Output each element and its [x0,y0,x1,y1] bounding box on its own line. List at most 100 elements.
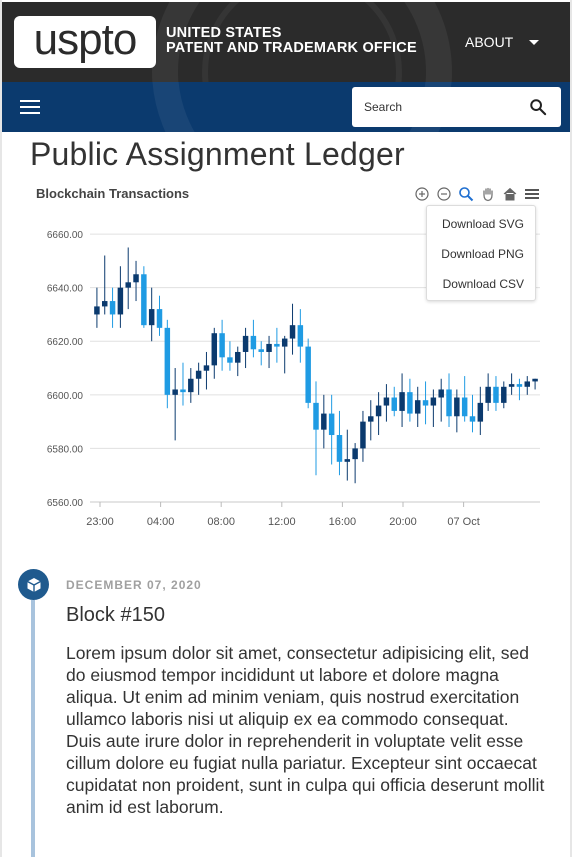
candle-body [281,338,288,347]
chart-toolbar [414,185,540,203]
chart-title: Blockchain Transactions [36,186,190,201]
logo-text: uspto [33,15,138,64]
uspto-logo[interactable]: uspto [14,16,156,68]
candle-body [407,392,413,414]
candle-body [219,333,225,358]
about-label: ABOUT [465,34,514,50]
x-tick-label: 07 Oct [447,516,479,528]
y-tick-label: 6560.00 [47,498,84,509]
candle-body [430,397,437,406]
candle-body [454,397,460,417]
pan-hand-icon[interactable] [480,186,496,202]
x-tick-label: 16:00 [329,516,357,528]
candle-body [172,389,178,395]
candle-body [516,384,523,387]
candle-body [242,335,249,352]
candle-body [227,357,233,363]
candle-body [446,389,452,417]
candle-body [391,397,397,411]
candle-body [360,421,366,449]
search-box [352,87,561,127]
y-tick-label: 6620.00 [47,337,84,348]
hamburger-menu-icon[interactable] [20,100,40,114]
block-title: Block #150 [66,604,165,626]
x-tick-label: 12:00 [268,516,296,528]
zoom-in-icon[interactable] [414,186,430,202]
candle-body [414,400,421,414]
candle-body [258,349,264,352]
candle-body [485,386,491,403]
candle-body [156,309,163,328]
chart-export-menu: Download SVG Download PNG Download CSV [426,205,536,301]
candle-body [461,397,468,417]
download-svg-item[interactable]: Download SVG [427,212,535,242]
candle-body [164,327,171,395]
candle-body [508,384,515,387]
timeline-date: DECEMBER 07, 2020 [66,578,202,592]
candle-body [195,370,202,379]
candle-body [352,448,358,460]
candle-body [101,301,108,307]
candle-body [328,413,335,436]
about-menu[interactable]: ABOUT [465,34,540,50]
candle-body [250,335,257,350]
block-cube-icon [18,569,49,600]
candle-body [477,402,484,422]
candle-body [235,351,241,363]
candle-body [289,325,296,339]
y-tick-label: 6660.00 [47,230,84,241]
candle-body [524,381,531,387]
x-tick-label: 20:00 [389,516,417,528]
candle-body [375,405,382,417]
candle-body [266,343,272,352]
candle-body [94,306,100,315]
candle-body [274,343,280,347]
candle-body [469,416,476,422]
agency-line-1: UNITED STATES [166,25,282,41]
search-icon[interactable] [529,98,547,116]
candle-body [383,397,390,406]
candle-body [125,282,131,288]
candle-body [148,309,155,326]
candle-body [501,386,507,403]
chart-menu-icon[interactable] [524,186,540,202]
candle-body [188,378,194,393]
x-tick-label: 08:00 [207,516,235,528]
candle-body [203,365,210,371]
candle-body [211,333,218,366]
candle-body [305,346,311,403]
site-header: uspto UNITED STATES PATENT AND TRADEMARK… [2,2,570,82]
candle-body [141,274,147,326]
candle-body [133,274,139,283]
zoom-out-icon[interactable] [436,186,452,202]
y-tick-label: 6640.00 [47,284,84,295]
page-title: Public Assignment Ledger [30,136,405,172]
x-tick-label: 04:00 [147,516,175,528]
candle-body [109,301,116,315]
candle-body [422,400,429,406]
x-tick-label: 23:00 [86,516,114,528]
selection-zoom-icon[interactable] [458,186,474,202]
candle-body [297,325,304,347]
y-tick-label: 6600.00 [47,391,84,402]
candle-body [117,287,124,315]
block-description: Lorem ipsum dolor sit amet, consectetur … [66,643,545,817]
timeline-rail [31,600,35,857]
candle-body [344,459,351,462]
download-png-item[interactable]: Download PNG [427,242,535,272]
reset-home-icon[interactable] [502,186,518,202]
candle-body [532,378,538,382]
nav-bar [2,82,570,132]
candle-body [321,413,327,430]
agency-name: UNITED STATES PATENT AND TRADEMARK OFFIC… [166,26,417,56]
candle-body [313,402,319,430]
agency-line-2: PATENT AND TRADEMARK OFFICE [166,40,417,56]
candle-body [493,386,499,403]
candle-body [438,389,444,398]
candle-body [368,416,374,422]
caret-down-icon [529,39,540,45]
search-input[interactable] [364,97,514,117]
download-csv-item[interactable]: Download CSV [427,272,535,302]
y-tick-label: 6580.00 [47,444,84,455]
candle-body [399,392,405,411]
